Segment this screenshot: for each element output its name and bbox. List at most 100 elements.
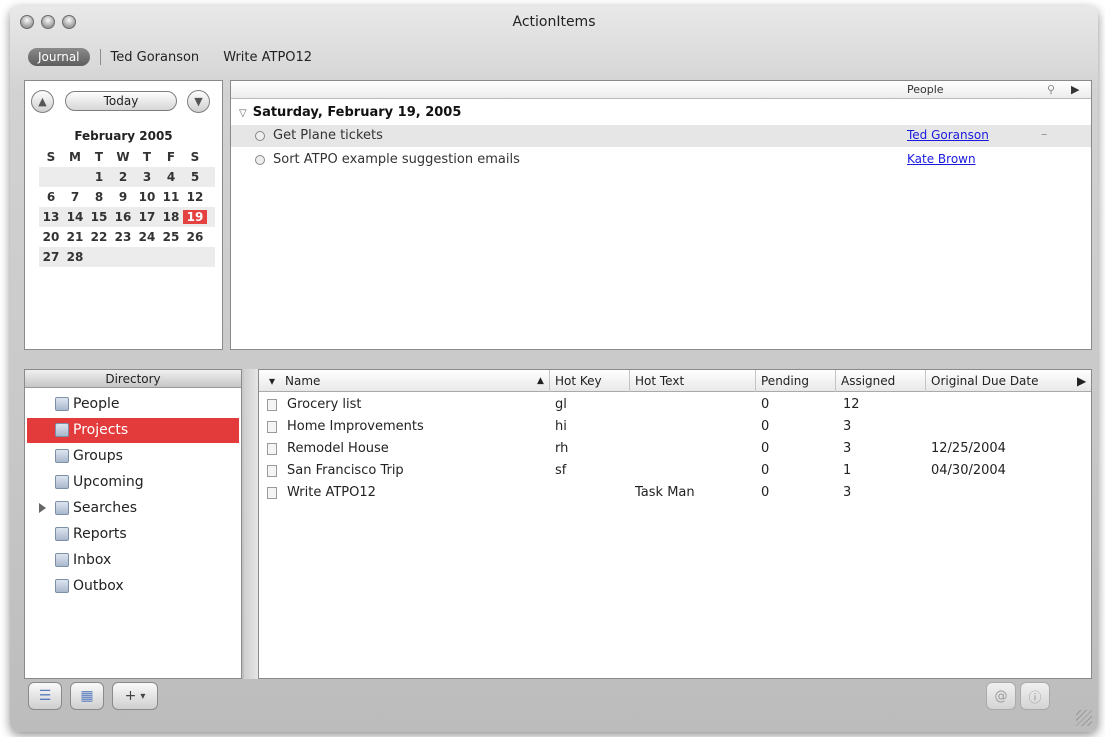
column-divider[interactable] xyxy=(925,370,926,392)
calendar-day[interactable]: 6 xyxy=(39,190,63,204)
sort-indicator-icon[interactable]: ▾ xyxy=(269,374,275,388)
cell-name: San Francisco Trip xyxy=(287,463,404,478)
disclosure-triangle-icon[interactable]: ▽ xyxy=(239,108,247,119)
split-view-divider[interactable] xyxy=(244,369,258,679)
directory-item-groups[interactable]: Groups xyxy=(27,444,239,469)
column-menu-arrow-icon[interactable]: ▶ xyxy=(1071,83,1079,96)
search-icon xyxy=(55,501,69,515)
cell-pending: 0 xyxy=(761,419,770,434)
entry-more-icon[interactable]: – xyxy=(1041,127,1048,142)
add-label: + xyxy=(124,688,137,704)
calendar-day[interactable]: 24 xyxy=(135,230,159,244)
cell-assigned: 12 xyxy=(843,397,860,412)
info-button[interactable]: ⓘ xyxy=(1020,682,1050,710)
journal-panel: People ⚲ ▶ ▽ Saturday, February 19, 2005 … xyxy=(230,80,1092,350)
calendar-day[interactable]: 16 xyxy=(111,210,135,224)
status-bullet-icon[interactable] xyxy=(255,155,265,165)
cell-due-date: 12/25/2004 xyxy=(931,441,1006,456)
entry-text: Sort ATPO example suggestion emails xyxy=(273,152,520,167)
calendar-day[interactable]: 18 xyxy=(159,210,183,224)
calendar-day[interactable]: 25 xyxy=(159,230,183,244)
disclosure-triangle-icon[interactable] xyxy=(39,503,46,513)
calendar-day[interactable]: 12 xyxy=(183,190,207,204)
next-month-button[interactable]: ▼ xyxy=(187,90,210,113)
calendar-day[interactable]: 23 xyxy=(111,230,135,244)
column-hottext[interactable]: Hot Text xyxy=(635,374,684,388)
month-title: February 2005 xyxy=(74,129,173,143)
column-assigned[interactable]: Assigned xyxy=(841,374,895,388)
column-name[interactable]: Name xyxy=(285,374,320,388)
table-row[interactable]: Remodel House rh 0 3 12/25/2004 xyxy=(259,438,1091,460)
add-menu-button[interactable]: + ▾ xyxy=(112,682,158,710)
calendar-day[interactable]: 4 xyxy=(159,170,183,184)
table-row[interactable]: Grocery list gl 0 12 xyxy=(259,394,1091,416)
column-divider[interactable] xyxy=(629,370,630,392)
directory-item-label: Searches xyxy=(73,500,138,516)
directory-item-outbox[interactable]: Outbox xyxy=(27,574,239,599)
calendar-day[interactable]: 10 xyxy=(135,190,159,204)
people-column-header[interactable]: People xyxy=(907,83,944,96)
column-hotkey[interactable]: Hot Key xyxy=(555,374,602,388)
calendar-day[interactable]: 11 xyxy=(159,190,183,204)
calendar-day[interactable]: 13 xyxy=(39,210,63,224)
at-sign-icon: @ xyxy=(994,688,1008,704)
directory-item-projects[interactable]: Projects xyxy=(27,418,239,443)
outbox-icon xyxy=(55,579,69,593)
calendar-day[interactable]: 26 xyxy=(183,230,207,244)
table-row[interactable]: Write ATPO12 Task Man 0 3 xyxy=(259,482,1091,504)
calendar-panel: ▲ Today ▼ February 2005 S M T W T F S 1 … xyxy=(24,80,223,350)
list-view-button[interactable]: ☰ xyxy=(28,682,62,710)
column-divider[interactable] xyxy=(549,370,550,392)
directory-item-searches[interactable]: Searches xyxy=(27,496,239,521)
calendar-day[interactable]: 28 xyxy=(63,250,87,264)
calendar-day[interactable]: 21 xyxy=(63,230,87,244)
directory-item-reports[interactable]: Reports xyxy=(27,522,239,547)
projects-table: ▾ Name ▲ Hot Key Hot Text Pending Assign… xyxy=(258,369,1092,679)
column-pending[interactable]: Pending xyxy=(761,374,809,388)
column-due-date[interactable]: Original Due Date xyxy=(931,374,1039,388)
calendar-day[interactable]: 5 xyxy=(183,170,207,184)
calendar-day[interactable]: 1 xyxy=(87,170,111,184)
calendar-day-selected[interactable]: 19 xyxy=(183,210,207,224)
calendar-day[interactable]: 15 xyxy=(87,210,111,224)
calendar-day[interactable]: 17 xyxy=(135,210,159,224)
calendar-day[interactable]: 3 xyxy=(135,170,159,184)
cell-hotkey: hi xyxy=(555,419,567,434)
breadcrumb-project[interactable]: Write ATPO12 xyxy=(223,50,312,65)
calendar-day[interactable]: 7 xyxy=(63,190,87,204)
calendar-day[interactable]: 8 xyxy=(87,190,111,204)
calendar-day[interactable]: 14 xyxy=(63,210,87,224)
calendar-view-button[interactable]: ▦ xyxy=(70,682,104,710)
entry-person-link[interactable]: Kate Brown xyxy=(907,152,976,166)
directory-item-people[interactable]: People xyxy=(27,392,239,417)
journal-entry[interactable]: Sort ATPO example suggestion emails Kate… xyxy=(231,149,1091,171)
calendar-day[interactable]: 9 xyxy=(111,190,135,204)
column-menu-arrow-icon[interactable]: ▶ xyxy=(1077,374,1086,388)
calendar-week: 6 7 8 9 10 11 12 xyxy=(39,187,215,207)
column-divider[interactable] xyxy=(755,370,756,392)
journal-entry[interactable]: Get Plane tickets Ted Goranson – xyxy=(231,125,1091,147)
status-bullet-icon[interactable] xyxy=(255,131,265,141)
directory-item-label: Groups xyxy=(73,448,123,464)
journal-tab[interactable]: Journal xyxy=(28,48,90,66)
directory-item-label: Inbox xyxy=(73,552,112,568)
cell-hotkey: gl xyxy=(555,397,567,412)
sort-ascending-icon: ▲ xyxy=(537,376,544,386)
breadcrumb-person[interactable]: Ted Goranson xyxy=(111,50,200,65)
previous-month-button[interactable]: ▲ xyxy=(31,90,54,113)
resize-grip-icon[interactable] xyxy=(1076,710,1092,726)
calendar-day[interactable]: 27 xyxy=(39,250,63,264)
title-bar: ActionItems xyxy=(10,6,1098,38)
email-button[interactable]: @ xyxy=(986,682,1016,710)
calendar-day[interactable]: 2 xyxy=(111,170,135,184)
calendar-day[interactable]: 22 xyxy=(87,230,111,244)
today-button[interactable]: Today xyxy=(65,91,177,111)
column-divider[interactable] xyxy=(835,370,836,392)
table-row[interactable]: Home Improvements hi 0 3 xyxy=(259,416,1091,438)
directory-item-inbox[interactable]: Inbox xyxy=(27,548,239,573)
calendar-day[interactable]: 20 xyxy=(39,230,63,244)
table-row[interactable]: San Francisco Trip sf 0 1 04/30/2004 xyxy=(259,460,1091,482)
entry-person-link[interactable]: Ted Goranson xyxy=(907,128,989,142)
chevron-down-icon: ▾ xyxy=(140,690,146,702)
directory-item-upcoming[interactable]: Upcoming xyxy=(27,470,239,495)
